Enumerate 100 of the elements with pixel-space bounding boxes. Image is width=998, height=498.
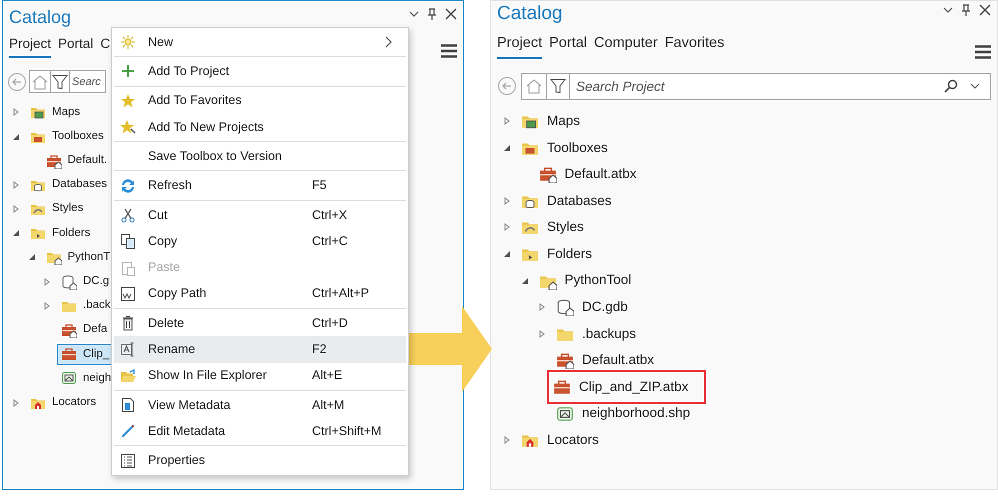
tree-item[interactable]: Styles <box>517 215 588 240</box>
expand-icon[interactable] <box>503 196 511 205</box>
search-field[interactable]: Search Project <box>569 72 991 100</box>
copy-path-icon <box>120 286 136 302</box>
tab[interactable]: Project <box>497 33 542 59</box>
collapse-icon[interactable] <box>520 276 528 285</box>
tree-item[interactable]: DC.gdb <box>552 295 632 320</box>
expand-icon[interactable] <box>12 180 20 189</box>
close-icon[interactable] <box>445 8 457 20</box>
pane-title: Catalog <box>9 8 72 26</box>
filter-icon <box>52 74 68 90</box>
document-icon <box>120 397 136 413</box>
tree-item[interactable]: Maps <box>517 108 584 134</box>
expand-icon[interactable] <box>12 205 20 214</box>
toolbox-icon <box>556 351 574 370</box>
open-folder-icon <box>120 368 136 384</box>
rename-icon <box>120 341 136 358</box>
properties-icon <box>120 452 136 469</box>
copy-icon <box>120 233 136 250</box>
menu-item[interactable]: Properties <box>114 447 406 474</box>
menu-item[interactable]: Copy Path Ctrl+Alt+P <box>114 280 406 307</box>
tab[interactable]: C <box>100 34 110 58</box>
tree-item[interactable]: Folders <box>26 222 94 244</box>
collapse-icon[interactable] <box>12 229 20 238</box>
collapse-icon[interactable] <box>503 144 511 152</box>
home-icon <box>31 74 49 90</box>
tree-item[interactable]: Clip_and_ZIP.atbx <box>547 370 706 404</box>
shapefile-icon <box>556 404 574 423</box>
menu-icon[interactable] <box>975 44 991 59</box>
toolbox-icon <box>553 378 571 396</box>
menu-item[interactable]: Delete Ctrl+D <box>114 310 406 336</box>
tree-item[interactable]: Databases <box>26 174 111 196</box>
tree-item[interactable]: PythonTool <box>534 268 636 293</box>
menu-item[interactable]: Show In File Explorer Alt+E <box>114 362 406 389</box>
paste-icon <box>120 260 136 276</box>
pencil-icon <box>120 423 136 440</box>
filter-button[interactable] <box>50 70 69 94</box>
sun-icon <box>120 34 136 50</box>
tree-item[interactable]: Locators <box>517 428 603 452</box>
menu-item[interactable]: Save Toolbox to Version <box>114 143 406 170</box>
menu-item[interactable]: Add To Favorites <box>114 88 406 114</box>
tab[interactable]: Favorites <box>664 33 724 59</box>
tree-item[interactable]: PythonT <box>42 246 114 268</box>
pin-icon[interactable] <box>961 4 971 16</box>
tree-item[interactable]: Toolboxes <box>26 126 108 148</box>
filter-icon <box>550 78 566 94</box>
collapse-icon[interactable] <box>503 250 511 258</box>
tab[interactable]: Computer <box>594 33 658 59</box>
database-icon <box>556 298 574 316</box>
tab[interactable]: Portal <box>549 33 588 59</box>
expand-icon[interactable] <box>43 302 51 310</box>
tree-item[interactable]: .back <box>57 295 114 316</box>
menu-item[interactable]: New <box>114 29 406 56</box>
dropdown-icon[interactable] <box>970 82 980 90</box>
menu-item[interactable]: Add To New Projects <box>114 114 406 140</box>
collapse-icon[interactable] <box>12 132 20 141</box>
tab[interactable]: Project <box>9 34 52 58</box>
scissors-icon <box>120 206 136 223</box>
tree-item[interactable]: Locators <box>26 392 100 414</box>
expand-icon[interactable] <box>12 108 20 116</box>
menu-item[interactable]: Refresh F5 <box>114 172 406 199</box>
pane-title: Catalog <box>497 4 562 23</box>
tree-item[interactable]: Clip_ <box>57 344 114 365</box>
expand-icon[interactable] <box>538 303 546 312</box>
menu-item[interactable]: Cut Ctrl+X <box>114 202 406 228</box>
tree-item[interactable]: Toolboxes <box>517 136 612 160</box>
tree-item[interactable]: Databases <box>517 188 616 213</box>
expand-icon[interactable] <box>538 330 546 338</box>
tree-item[interactable]: Folders <box>517 242 596 266</box>
tree-item[interactable]: Styles <box>26 198 88 220</box>
chevron-down-icon[interactable] <box>409 9 419 19</box>
expand-icon[interactable] <box>503 436 511 444</box>
search-input[interactable]: Search Project <box>570 74 944 99</box>
tree-item[interactable]: .backups <box>552 322 640 346</box>
tree-item[interactable]: Maps <box>26 102 84 123</box>
pin-icon[interactable] <box>427 8 437 20</box>
search-input[interactable]: Searc <box>70 71 105 92</box>
tree-item[interactable]: Default. <box>42 150 112 172</box>
menu-item[interactable]: Copy Ctrl+C <box>114 228 406 254</box>
tab[interactable]: Portal <box>58 34 94 58</box>
tree-item[interactable]: Defa <box>57 319 112 341</box>
menu-icon[interactable] <box>441 44 457 58</box>
menu-item[interactable]: Edit Metadata Ctrl+Shift+M <box>114 418 406 444</box>
tree-item[interactable]: neigh <box>57 368 116 390</box>
expand-icon[interactable] <box>12 398 20 407</box>
expand-icon[interactable] <box>503 223 511 232</box>
chevron-down-icon[interactable] <box>943 5 953 15</box>
menu-item[interactable]: View Metadata Alt+M <box>114 392 406 418</box>
tree-item[interactable]: DC.g <box>57 271 114 292</box>
toolbox-icon <box>46 152 62 169</box>
search-icon[interactable] <box>944 79 958 94</box>
menu-item[interactable]: Rename F2 <box>114 336 406 363</box>
expand-icon[interactable] <box>503 117 511 126</box>
filter-button[interactable] <box>546 72 569 100</box>
trash-icon <box>120 315 136 332</box>
close-icon[interactable] <box>979 4 991 16</box>
tree-item[interactable]: Default.atbx <box>534 162 641 186</box>
expand-icon[interactable] <box>43 278 51 286</box>
collapse-icon[interactable] <box>28 253 36 262</box>
menu-item[interactable]: Add To Project <box>114 58 406 85</box>
